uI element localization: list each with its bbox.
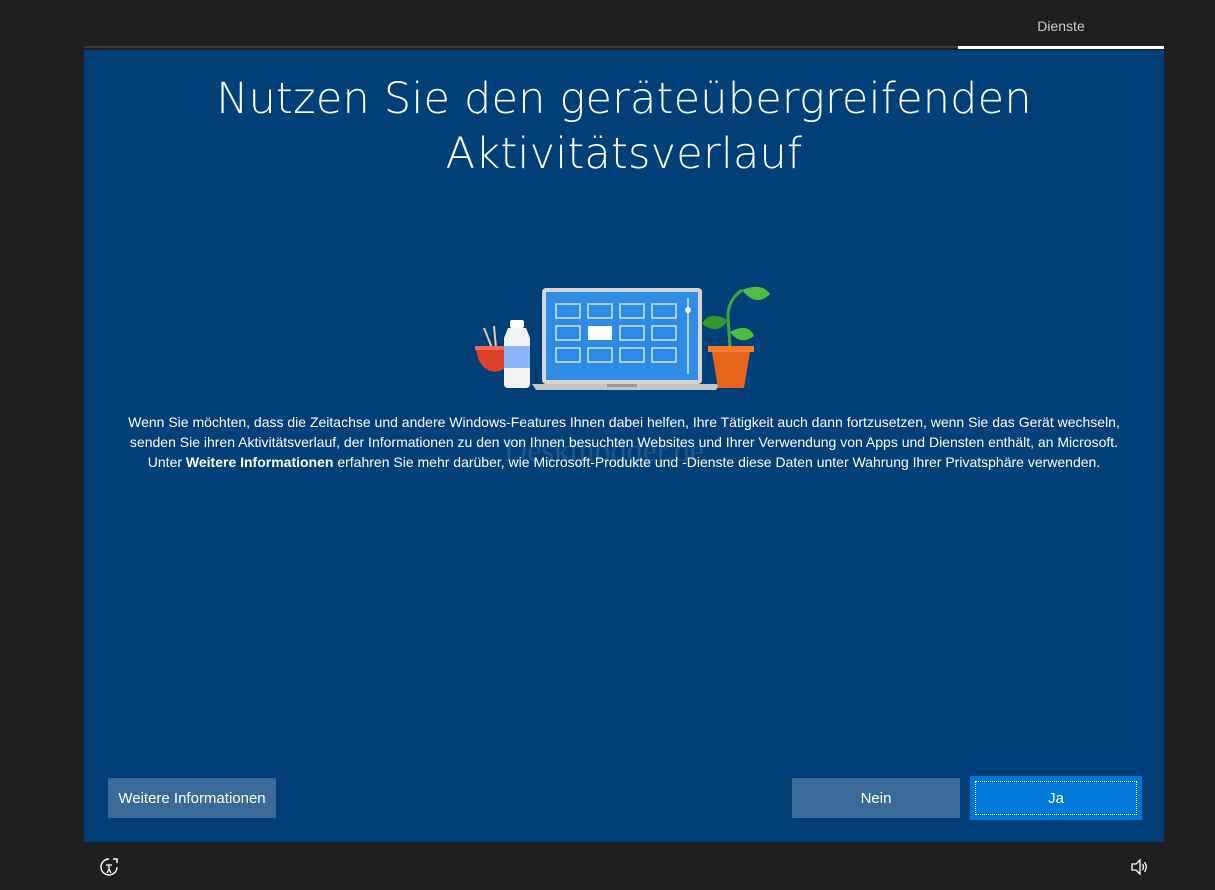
yes-button[interactable]: Ja (972, 778, 1140, 818)
step-tab-dienste: Dienste (958, 0, 1164, 50)
accessibility-icon[interactable] (98, 856, 120, 878)
description-part-2: erfahren Sie mehr darüber, wie Microsoft… (333, 454, 1101, 470)
laptop-screen (546, 292, 698, 380)
step-active-indicator (958, 46, 1164, 49)
pot-rim (708, 346, 754, 352)
laptop-notch (607, 384, 637, 387)
timeline-thumb (685, 307, 691, 313)
title-line-1: Nutzen Sie den geräteübergreifenden (216, 74, 1032, 124)
plant-leaf-left (702, 315, 728, 330)
top-progress-bar: Dienste (84, 0, 1164, 50)
bottle-cap (510, 320, 524, 328)
more-info-button[interactable]: Weitere Informationen (108, 778, 276, 818)
plant-pot-icon (712, 352, 750, 388)
page-title: Nutzen Sie den geräteübergreifenden Akti… (174, 72, 1074, 182)
oobe-panel: Nutzen Sie den geräteübergreifenden Akti… (84, 50, 1164, 842)
step-label: Dienste (1037, 18, 1085, 34)
chopstick-left (483, 327, 493, 349)
plant-leaf-right (730, 327, 754, 341)
highlighted-tile (588, 326, 612, 340)
no-button[interactable]: Nein (792, 778, 960, 818)
bottle-label (504, 346, 530, 368)
activity-history-illustration (475, 286, 770, 390)
description-text: Wenn Sie möchten, dass die Zeitachse und… (124, 412, 1124, 472)
plant-leaf-top (742, 286, 770, 301)
title-line-2: Aktivitätsverlauf (445, 129, 803, 179)
description-bold-link-text: Weitere Informationen (185, 454, 334, 470)
chopstick-right (493, 325, 497, 349)
volume-icon[interactable] (1128, 856, 1150, 878)
